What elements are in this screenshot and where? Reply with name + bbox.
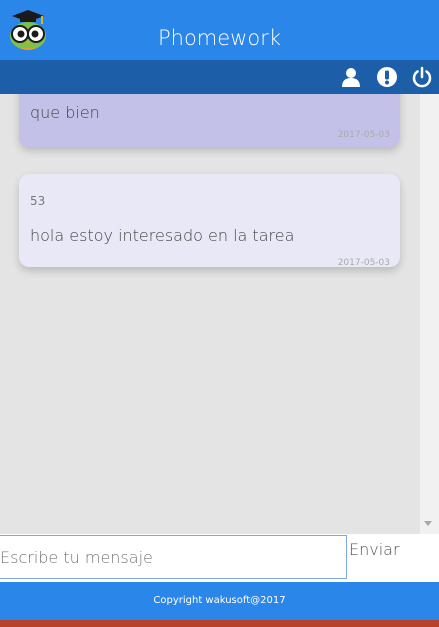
message-bubble: que bien 2017-05-03	[19, 94, 400, 147]
message-date: 2017-05-03	[337, 130, 390, 140]
message-bubble: 53 hola estoy interesado en la tarea 201…	[19, 174, 400, 268]
app-title: Phomework	[157, 26, 282, 50]
message-text: hola estoy interesado en la tarea	[30, 226, 295, 245]
scroll-down-arrow-icon[interactable]	[424, 521, 432, 526]
toolbar	[0, 60, 439, 94]
footer-copyright: Copyright wakusoft@2017	[0, 582, 439, 620]
app-header: Phomework	[0, 0, 439, 60]
message-input[interactable]	[0, 535, 347, 579]
info-icon[interactable]	[376, 66, 398, 88]
chat-message-list[interactable]: que bien 2017-05-03 53 hola estoy intere…	[0, 94, 420, 534]
send-button[interactable]: Enviar	[349, 535, 439, 579]
chat-scrollbar[interactable]	[420, 94, 439, 534]
power-icon[interactable]	[411, 66, 433, 88]
bottom-strip	[0, 620, 439, 627]
message-date: 2017-05-03	[337, 258, 390, 268]
message-id: 53	[30, 194, 46, 208]
message-text: que bien	[30, 103, 100, 122]
user-icon[interactable]	[340, 66, 362, 88]
